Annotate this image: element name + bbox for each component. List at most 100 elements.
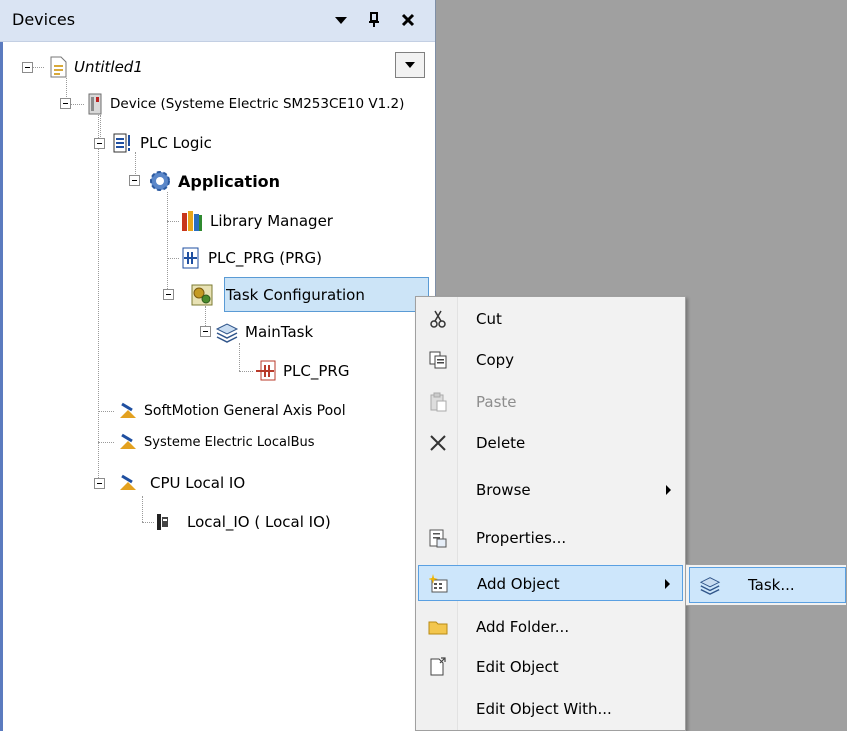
menu-item-delete[interactable]: Delete xyxy=(418,425,683,461)
submenu-arrow-icon xyxy=(665,579,670,589)
tree-item-label: Local_IO ( Local IO) xyxy=(187,513,331,531)
menu-item-add-object[interactable]: Add Object xyxy=(418,565,683,601)
tree-line xyxy=(239,343,240,371)
tree-line xyxy=(98,411,114,412)
panel-title: Devices xyxy=(12,10,76,29)
submenu-item-label: Task... xyxy=(748,576,795,594)
add-object-submenu: Task... xyxy=(685,564,847,606)
menu-item-edit-object-with[interactable]: Edit Object With... xyxy=(418,691,683,727)
tree-item-label: Systeme Electric LocalBus xyxy=(144,434,315,450)
collapse-task-config-toggle[interactable] xyxy=(163,289,174,300)
menu-item-properties[interactable]: Properties... xyxy=(418,520,683,556)
tree-line xyxy=(167,192,168,297)
menu-item-add-folder[interactable]: Add Folder... xyxy=(418,609,683,645)
submenu-item-task[interactable]: Task... xyxy=(689,567,846,603)
axis-pool-icon xyxy=(120,402,136,418)
collapse-application-toggle[interactable] xyxy=(129,175,140,186)
menu-item-label: Delete xyxy=(476,434,526,452)
task-icon xyxy=(699,577,721,595)
project-dropdown-button[interactable] xyxy=(395,52,425,78)
menu-item-label: Edit Object With... xyxy=(476,700,612,718)
menu-item-browse[interactable]: Browse xyxy=(418,472,683,508)
pin-icon[interactable] xyxy=(363,9,385,31)
menu-item-copy[interactable]: Copy xyxy=(418,342,683,378)
project-file-icon xyxy=(50,56,67,78)
menu-item-label: Add Object xyxy=(477,575,560,593)
program-call-icon xyxy=(256,360,276,381)
tree-item-device[interactable]: Device (Systeme Electric SM253CE10 V1.2) xyxy=(86,89,404,119)
collapse-maintask-toggle[interactable] xyxy=(200,326,211,337)
bus-connector-icon xyxy=(120,433,136,449)
tree-line xyxy=(142,522,154,523)
plc-logic-icon xyxy=(113,133,130,153)
tree-item-cpu-local-io[interactable]: CPU Local IO xyxy=(118,468,245,498)
task-stack-icon xyxy=(215,323,239,343)
menu-item-paste[interactable]: Paste xyxy=(418,384,683,420)
tree-item-local-io[interactable]: Local_IO ( Local IO) xyxy=(155,507,331,537)
chevron-down-icon xyxy=(405,62,415,68)
collapse-project-toggle[interactable] xyxy=(22,62,33,73)
tree-item-application[interactable]: Application xyxy=(148,166,280,196)
program-pou-icon xyxy=(182,247,199,269)
tree-item-label: Task Configuration xyxy=(226,286,365,304)
tree-line xyxy=(167,221,179,222)
tree-item-label: Device (Systeme Electric SM253CE10 V1.2) xyxy=(110,96,405,112)
tree-item-label: PLC_PRG xyxy=(283,362,350,380)
tree-line xyxy=(239,371,253,372)
tree-item-label: Library Manager xyxy=(210,212,333,230)
menu-item-label: Add Folder... xyxy=(476,618,570,636)
dropdown-arrow-icon[interactable] xyxy=(330,9,352,31)
copy-icon xyxy=(429,351,447,369)
scissors-icon xyxy=(430,310,446,328)
tree-item-label: PLC Logic xyxy=(140,134,212,152)
menu-item-edit-object[interactable]: Edit Object xyxy=(418,649,683,685)
close-icon[interactable] xyxy=(397,9,419,31)
menu-item-label: Browse xyxy=(476,481,531,499)
tree-item-maintask[interactable]: MainTask xyxy=(215,317,313,347)
tree-line xyxy=(98,115,99,488)
devices-panel: Devices Untitled1 Device (Systeme Electr… xyxy=(0,0,436,731)
tree-item-project[interactable]: Untitled1 xyxy=(48,52,143,82)
menu-item-label: Edit Object xyxy=(476,658,559,676)
gear-icon xyxy=(150,171,170,191)
menu-item-label: Copy xyxy=(476,351,515,369)
tree-item-library-manager[interactable]: Library Manager xyxy=(180,206,333,236)
tree-line xyxy=(98,442,114,443)
tree-item-plc-logic[interactable]: PLC Logic xyxy=(112,128,212,158)
collapse-plc-logic-toggle[interactable] xyxy=(94,138,105,149)
tree-line xyxy=(142,496,143,522)
task-configuration-icon xyxy=(191,284,213,306)
properties-icon xyxy=(429,529,447,548)
add-object-icon xyxy=(429,574,448,593)
tree-item-maintask-plc-prg[interactable]: PLC_PRG xyxy=(255,356,349,386)
delete-icon xyxy=(430,435,446,451)
context-menu: Cut Copy Paste Delete Browse Properties.… xyxy=(415,296,686,731)
plc-device-icon xyxy=(88,93,102,115)
collapse-device-toggle[interactable] xyxy=(60,98,71,109)
devices-titlebar: Devices xyxy=(0,0,435,42)
menu-item-label: Paste xyxy=(476,393,517,411)
menu-item-label: Properties... xyxy=(476,529,567,547)
tree-item-localbus[interactable]: Systeme Electric LocalBus xyxy=(118,427,315,457)
io-module-icon xyxy=(157,514,168,530)
tree-item-task-configuration[interactable]: Task Configuration xyxy=(190,280,365,310)
edit-object-icon xyxy=(430,657,446,676)
tree-item-softmotion[interactable]: SoftMotion General Axis Pool xyxy=(118,396,346,426)
tree-item-label: SoftMotion General Axis Pool xyxy=(144,403,346,419)
tree-item-plc-prg[interactable]: PLC_PRG (PRG) xyxy=(180,243,322,273)
tree-item-label: PLC_PRG (PRG) xyxy=(208,249,323,267)
submenu-arrow-icon xyxy=(666,485,671,495)
paste-icon xyxy=(430,392,447,412)
tree-item-label: MainTask xyxy=(245,323,314,341)
tree-item-label: Application xyxy=(178,171,281,191)
tree-item-label: Untitled1 xyxy=(74,58,143,76)
io-connector-icon xyxy=(120,474,136,490)
menu-item-label: Cut xyxy=(476,310,502,328)
panel-border xyxy=(0,0,3,731)
folder-icon xyxy=(428,621,448,635)
tree-item-label: CPU Local IO xyxy=(150,474,246,492)
collapse-cpu-local-io-toggle[interactable] xyxy=(94,478,105,489)
library-books-icon xyxy=(182,211,202,231)
tree-line xyxy=(167,258,179,259)
menu-item-cut[interactable]: Cut xyxy=(418,301,683,337)
